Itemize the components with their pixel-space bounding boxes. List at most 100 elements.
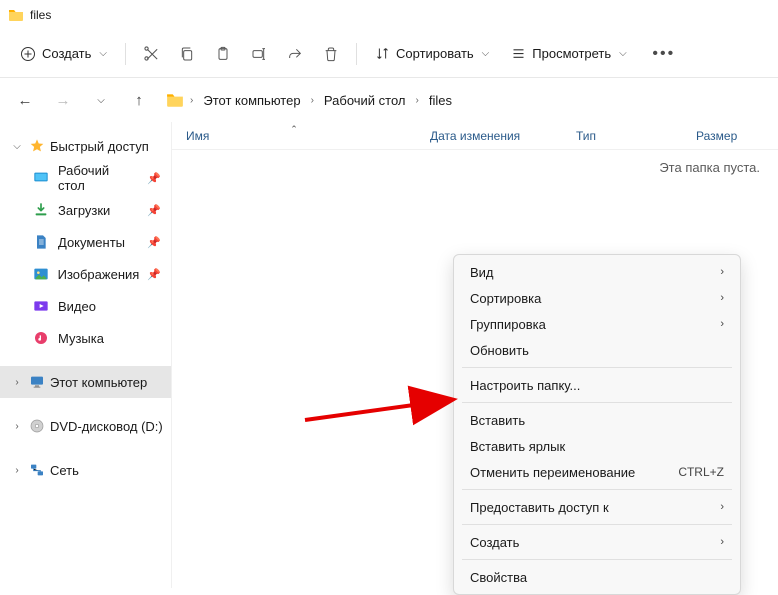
chevron-right-icon: › — [720, 536, 724, 548]
breadcrumb-item[interactable]: files — [425, 91, 456, 110]
chevron-right-icon: › — [311, 95, 314, 106]
rename-icon — [251, 46, 267, 62]
sidebar-item-label: DVD-дисковод (D:) — [50, 419, 163, 434]
pictures-icon — [32, 265, 50, 283]
menu-properties[interactable]: Свойства — [454, 564, 740, 590]
sidebar-item-label: Документы — [58, 235, 125, 250]
pin-icon: 📌 — [147, 204, 161, 217]
menu-new[interactable]: Создать› — [454, 529, 740, 555]
sort-asc-icon: ⌃ — [290, 124, 298, 135]
clipboard-icon — [215, 46, 231, 62]
sidebar-videos[interactable]: Видео — [0, 290, 171, 322]
chevron-right-icon: › — [720, 292, 724, 304]
chevron-right-icon: › — [10, 377, 24, 388]
chevron-down-icon: ⌵ — [482, 48, 490, 59]
view-button[interactable]: Просмотреть ⌵ — [501, 40, 637, 67]
chevron-down-icon: ⌵ — [10, 141, 24, 152]
more-button[interactable]: ••• — [647, 37, 681, 71]
folder-icon — [8, 7, 24, 23]
pin-icon: 📌 — [147, 236, 161, 249]
menu-group[interactable]: Группировка› — [454, 311, 740, 337]
list-icon — [511, 46, 526, 61]
forward-button[interactable]: → — [52, 89, 74, 111]
sidebar-documents[interactable]: Документы 📌 — [0, 226, 171, 258]
chevron-right-icon: › — [720, 266, 724, 278]
column-headers: ⌃ Имя Дата изменения Тип Размер — [172, 122, 778, 150]
breadcrumb-item[interactable]: Этот компьютер — [199, 91, 304, 110]
menu-separator — [462, 559, 732, 560]
document-icon — [32, 233, 50, 251]
menu-label: Свойства — [470, 570, 527, 585]
menu-separator — [462, 489, 732, 490]
menu-paste-shortcut[interactable]: Вставить ярлык — [454, 433, 740, 459]
chevron-right-icon: › — [190, 95, 193, 106]
breadcrumb: › Этот компьютер › Рабочий стол › files — [166, 91, 456, 110]
sidebar-item-label: Музыка — [58, 331, 104, 346]
download-icon — [32, 201, 50, 219]
folder-icon — [166, 91, 184, 109]
delete-button[interactable] — [314, 37, 348, 71]
menu-paste[interactable]: Вставить — [454, 407, 740, 433]
toolbar: Создать ⌵ Сортировать ⌵ Просмотреть ⌵ ••… — [0, 30, 778, 78]
menu-undo-rename[interactable]: Отменить переименованиеCTRL+Z — [454, 459, 740, 485]
chevron-right-icon: › — [720, 501, 724, 513]
menu-give-access[interactable]: Предоставить доступ к › — [454, 494, 740, 520]
pin-icon: 📌 — [147, 268, 161, 281]
sidebar-dvd[interactable]: › DVD-дисковод (D:) — [0, 410, 171, 442]
context-menu: Вид › Сортировка › Группировка› Обновить Н… — [453, 254, 741, 595]
back-button[interactable]: ← — [14, 89, 36, 111]
rename-button[interactable] — [242, 37, 276, 71]
menu-label: Вставить — [470, 413, 525, 428]
sidebar-downloads[interactable]: Загрузки 📌 — [0, 194, 171, 226]
chevron-right-icon: › — [10, 421, 24, 432]
column-size[interactable]: Размер — [682, 129, 778, 143]
sidebar-quick-access[interactable]: ⌵ Быстрый доступ — [0, 130, 171, 162]
menu-separator — [462, 367, 732, 368]
menu-sort[interactable]: Сортировка › — [454, 285, 740, 311]
video-icon — [32, 297, 50, 315]
separator — [125, 43, 126, 65]
paste-button[interactable] — [206, 37, 240, 71]
share-button[interactable] — [278, 37, 312, 71]
column-type[interactable]: Тип — [562, 129, 682, 143]
cut-button[interactable] — [134, 37, 168, 71]
recent-button[interactable]: ⌵ — [90, 89, 112, 111]
titlebar: files — [0, 0, 778, 30]
menu-view[interactable]: Вид › — [454, 259, 740, 285]
desktop-icon — [32, 169, 50, 187]
column-label: Имя — [186, 129, 209, 143]
navbar: ← → ⌵ ↑ › Этот компьютер › Рабочий стол … — [0, 78, 778, 122]
copy-icon — [179, 46, 195, 62]
share-icon — [287, 46, 303, 62]
monitor-icon — [28, 373, 46, 391]
column-date[interactable]: Дата изменения — [416, 129, 562, 143]
sort-button-label: Сортировать — [396, 46, 474, 61]
sidebar-desktop[interactable]: Рабочий стол 📌 — [0, 162, 171, 194]
sidebar-item-label: Этот компьютер — [50, 375, 147, 390]
copy-button[interactable] — [170, 37, 204, 71]
sidebar-pictures[interactable]: Изображения 📌 — [0, 258, 171, 290]
menu-customize[interactable]: Настроить папку... — [454, 372, 740, 398]
ellipsis-icon: ••• — [652, 45, 675, 63]
empty-folder-message: Эта папка пуста. — [659, 160, 760, 175]
view-button-label: Просмотреть — [532, 46, 611, 61]
menu-label: Предоставить доступ к — [470, 500, 609, 515]
menu-refresh[interactable]: Обновить — [454, 337, 740, 363]
music-icon — [32, 329, 50, 347]
menu-label: Сортировка — [470, 291, 541, 306]
chevron-down-icon: ⌵ — [619, 48, 627, 59]
menu-separator — [462, 402, 732, 403]
sidebar-network[interactable]: › Сеть — [0, 454, 171, 486]
new-button[interactable]: Создать ⌵ — [10, 40, 117, 68]
sidebar-this-pc[interactable]: › Этот компьютер — [0, 366, 171, 398]
chevron-right-icon: › — [416, 95, 419, 106]
sidebar-music[interactable]: Музыка — [0, 322, 171, 354]
breadcrumb-item[interactable]: Рабочий стол — [320, 91, 410, 110]
window-title: files — [30, 8, 51, 22]
up-button[interactable]: ↑ — [128, 89, 150, 111]
network-icon — [28, 461, 46, 479]
column-name[interactable]: ⌃ Имя — [172, 129, 416, 143]
menu-label: Вид — [470, 265, 494, 280]
sidebar-item-label: Загрузки — [58, 203, 110, 218]
sort-button[interactable]: Сортировать ⌵ — [365, 40, 499, 67]
